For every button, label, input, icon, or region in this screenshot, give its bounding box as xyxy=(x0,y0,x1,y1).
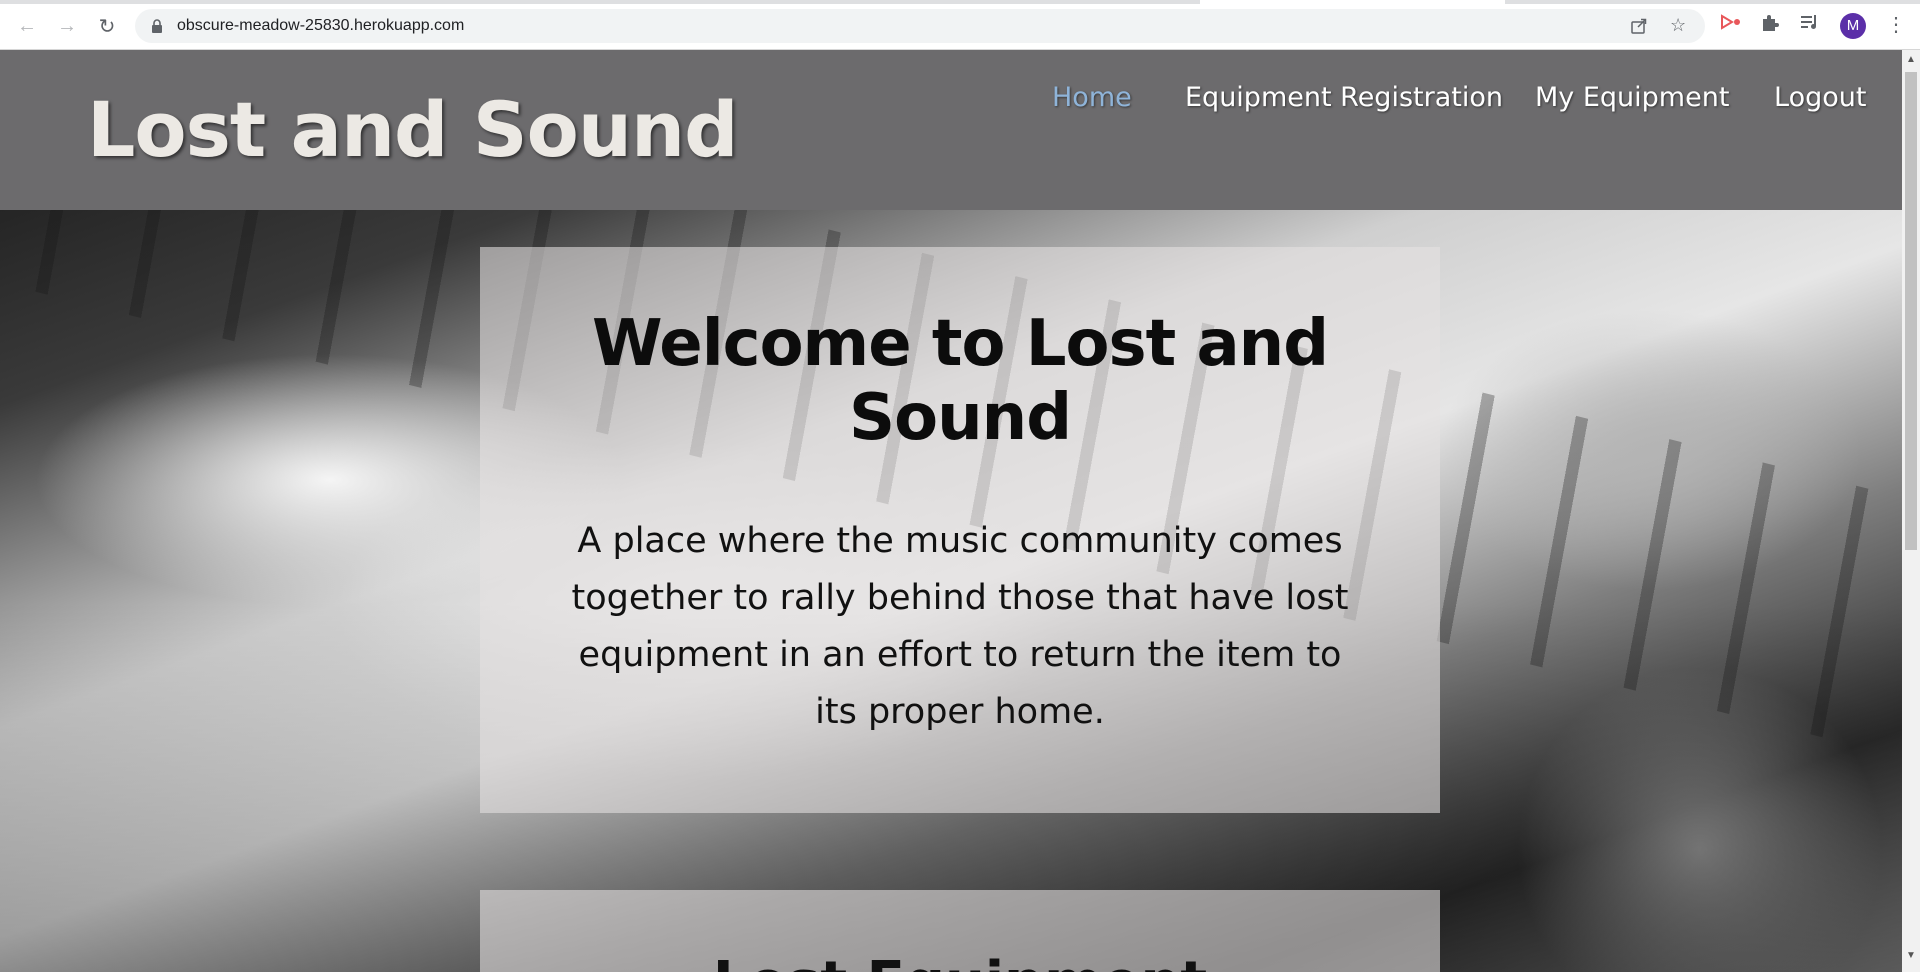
extension-record-icon[interactable] xyxy=(1720,13,1742,37)
browser-toolbar: ← → ↻ obscure-meadow-25830.herokuapp.com… xyxy=(0,0,1920,50)
lock-icon xyxy=(151,19,163,38)
share-icon[interactable] xyxy=(1630,17,1648,40)
extensions-puzzle-icon[interactable] xyxy=(1760,13,1780,39)
nav-equipment-registration[interactable]: Equipment Registration xyxy=(1185,82,1503,113)
page-scrollbar[interactable]: ▲ ▼ xyxy=(1902,50,1920,972)
scrollbar-thumb[interactable] xyxy=(1905,72,1917,550)
lost-equipment-card: Lost Equipment xyxy=(480,890,1440,972)
back-icon[interactable]: ← xyxy=(12,11,42,41)
lost-equipment-title: Lost Equipment xyxy=(480,950,1440,972)
page-viewport: Lost and Sound Home Equipment Registrati… xyxy=(0,50,1902,972)
nav-logout[interactable]: Logout xyxy=(1774,82,1866,113)
address-bar[interactable]: obscure-meadow-25830.herokuapp.com ☆ xyxy=(135,9,1705,43)
tab-strip-edge-right xyxy=(1505,0,1920,4)
nav-home[interactable]: Home xyxy=(1052,82,1132,113)
bookmark-star-icon[interactable]: ☆ xyxy=(1670,15,1686,36)
site-brand[interactable]: Lost and Sound xyxy=(87,85,738,174)
welcome-title: Welcome to Lost and Sound xyxy=(591,307,1329,455)
scroll-up-arrow-icon[interactable]: ▲ xyxy=(1906,54,1916,65)
forward-icon[interactable]: → xyxy=(52,11,82,41)
reload-icon[interactable]: ↻ xyxy=(92,11,122,41)
welcome-description: A place where the music community comes … xyxy=(571,521,1349,732)
profile-avatar[interactable]: M xyxy=(1840,13,1866,39)
scroll-down-arrow-icon[interactable]: ▼ xyxy=(1906,950,1916,961)
welcome-card: Welcome to Lost and Sound A place where … xyxy=(480,247,1440,813)
site-header: Lost and Sound Home Equipment Registrati… xyxy=(0,50,1902,210)
url-text[interactable]: obscure-meadow-25830.herokuapp.com xyxy=(177,17,464,35)
media-queue-icon[interactable] xyxy=(1800,13,1820,37)
nav-my-equipment[interactable]: My Equipment xyxy=(1535,82,1729,113)
tab-strip-edge xyxy=(0,0,1200,4)
menu-kebab-icon[interactable]: ⋮ xyxy=(1886,12,1906,37)
